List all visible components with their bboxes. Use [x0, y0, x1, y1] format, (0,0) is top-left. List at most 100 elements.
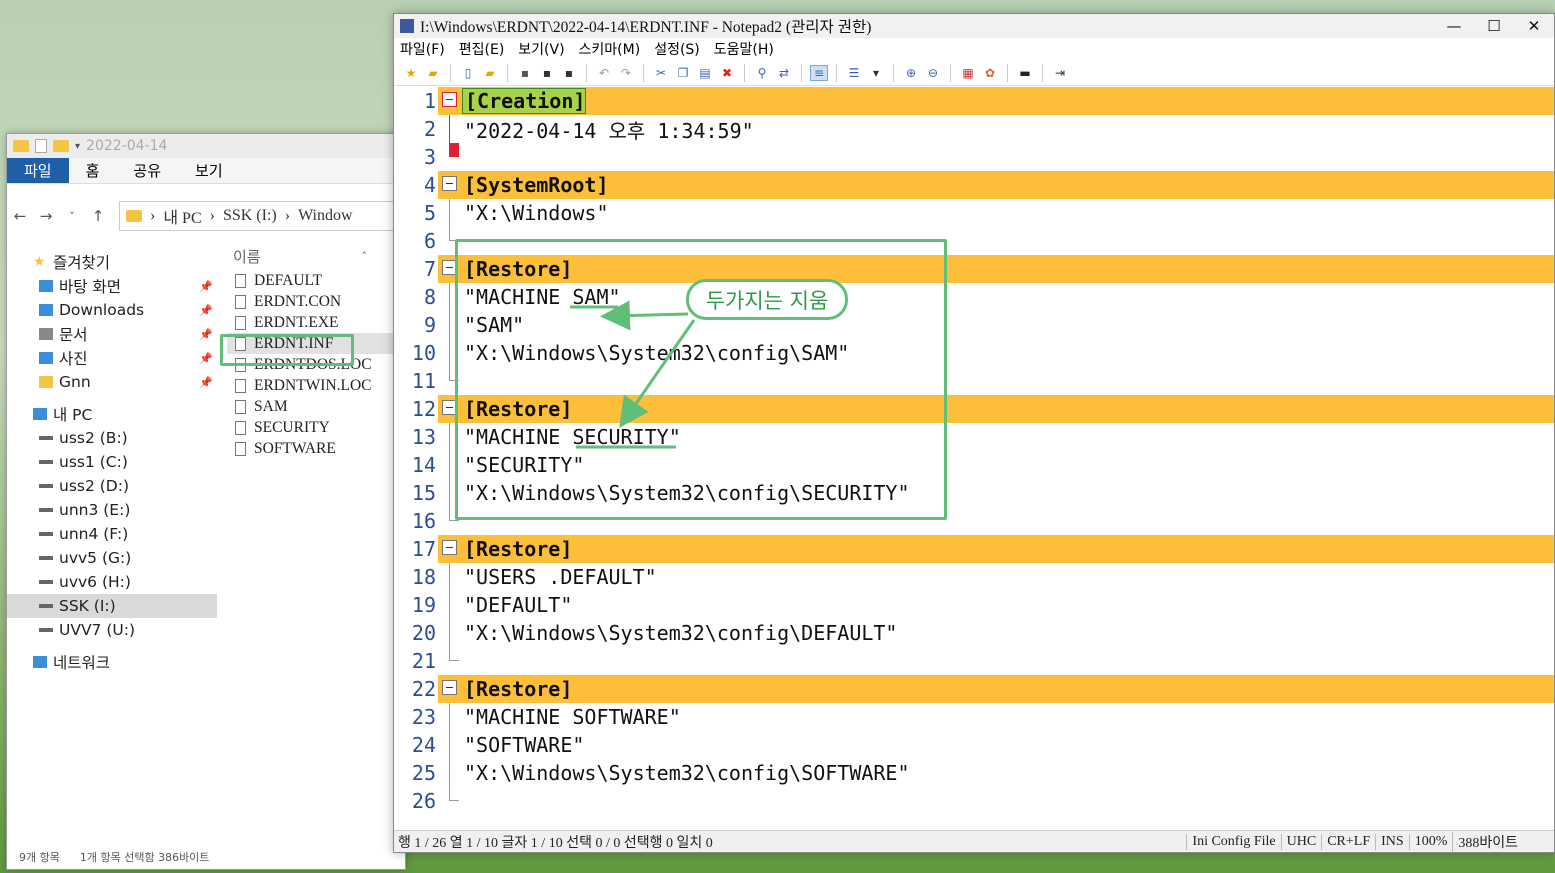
editor-line[interactable]: 22 [Restore] [394, 675, 1554, 703]
zoom-in-icon[interactable]: ⊕ [902, 65, 920, 81]
tab-view[interactable]: 보기 [178, 158, 240, 183]
forward-arrow-icon[interactable]: → [33, 207, 59, 225]
menu-file[interactable]: 파일(F) [400, 39, 445, 59]
find-icon[interactable]: ⚲ [753, 65, 771, 81]
breadcrumb-item[interactable]: Window [298, 207, 352, 225]
nav-item[interactable]: SSK (I:) [7, 594, 217, 618]
editor-line[interactable]: 18 "USERS .DEFAULT" [394, 563, 1554, 591]
menu-view[interactable]: 보기(V) [518, 39, 564, 59]
nav-item[interactable]: uvv5 (G:) [7, 546, 217, 570]
nav-item[interactable]: 사진 📌 [7, 346, 217, 370]
editor-line[interactable]: 25 "X:\Windows\System32\config\SOFTWARE" [394, 759, 1554, 787]
nav-item[interactable]: 네트워크 [7, 650, 217, 674]
nav-item[interactable]: 바탕 화면 📌 [7, 274, 217, 298]
save-as-icon[interactable]: ▪ [538, 65, 556, 81]
undo-icon[interactable]: ↶ [595, 65, 613, 81]
open-folder-icon[interactable]: ▰ [424, 65, 442, 81]
quick-access-dropdown-icon[interactable]: ▾ [75, 141, 80, 152]
paste-icon[interactable]: ▤ [696, 65, 714, 81]
delete-icon[interactable]: ✖ [718, 65, 736, 81]
terminal-icon[interactable]: ▬ [1016, 65, 1034, 81]
nav-item[interactable]: ★ 즐겨찾기 [7, 250, 217, 274]
menu-settings[interactable]: 설정(S) [654, 39, 700, 59]
nav-item[interactable]: uss2 (D:) [7, 474, 217, 498]
new-folder-icon[interactable] [53, 140, 69, 152]
eol-label[interactable]: CR+LF [1321, 833, 1375, 850]
open-file-icon[interactable]: ▰ [481, 65, 499, 81]
customize-scheme-icon[interactable]: ✿ [981, 65, 999, 81]
pin-icon[interactable]: 📌 [199, 280, 213, 293]
nav-item[interactable]: 문서 📌 [7, 322, 217, 346]
editor-line[interactable]: 5 "X:\Windows" [394, 199, 1554, 227]
cut-icon[interactable]: ✂ [652, 65, 670, 81]
fold-toggle-icon[interactable] [438, 171, 462, 199]
fold-toggle-icon[interactable] [438, 87, 462, 115]
save-copy-icon[interactable]: ▪ [560, 65, 578, 81]
close-icon[interactable]: ✕ [1514, 17, 1554, 35]
editor-line[interactable]: 26 [394, 787, 1554, 815]
nav-item[interactable]: unn4 (F:) [7, 522, 217, 546]
nav-item[interactable]: Gnn 📌 [7, 370, 217, 394]
tab-home[interactable]: 홈 [69, 158, 117, 183]
pin-icon[interactable]: 📌 [199, 328, 213, 341]
properties-icon[interactable] [35, 139, 47, 153]
file-list-item[interactable]: SOFTWARE [227, 438, 407, 459]
redo-icon[interactable]: ↷ [617, 65, 635, 81]
nav-item[interactable]: 내 PC [7, 402, 217, 426]
word-wrap-icon[interactable]: ≡ [810, 64, 828, 81]
fold-toggle-icon[interactable] [438, 675, 462, 703]
file-list-item[interactable]: SECURITY [227, 417, 407, 438]
editor-line[interactable]: 2 "2022-04-14 오후 1:34:59" [394, 115, 1554, 143]
new-file-icon[interactable]: ▯ [459, 65, 477, 81]
editor-line[interactable]: 1 [Creation] [394, 87, 1554, 115]
editor-line[interactable]: 24 "SOFTWARE" [394, 731, 1554, 759]
scheme-label[interactable]: Ini Config File [1186, 833, 1280, 850]
menu-edit[interactable]: 편집(E) [459, 39, 505, 59]
line-numbers-icon[interactable]: ☰ [845, 65, 863, 81]
tab-file[interactable]: 파일 [7, 158, 69, 183]
breadcrumb-item[interactable]: 내 PC [163, 204, 201, 228]
recent-dropdown-icon[interactable]: ˅ [59, 210, 85, 223]
replace-icon[interactable]: ⇄ [775, 65, 793, 81]
nav-item[interactable]: UVV7 (U:) [7, 618, 217, 642]
editor-line[interactable]: 23 "MACHINE SOFTWARE" [394, 703, 1554, 731]
breadcrumb[interactable]: › 내 PC › SSK (I:) › Window [119, 201, 405, 231]
nav-item[interactable]: uvv6 (H:) [7, 570, 217, 594]
pin-icon[interactable]: 📌 [199, 352, 213, 365]
save-icon[interactable]: ▪ [516, 65, 534, 81]
copy-icon[interactable]: ❐ [674, 65, 692, 81]
maximize-icon[interactable]: ☐ [1474, 17, 1514, 35]
file-list-item[interactable]: ERDNT.CON [227, 291, 407, 312]
editor-line[interactable]: 4 [SystemRoot] [394, 171, 1554, 199]
menu-scheme[interactable]: 스키마(M) [579, 39, 641, 59]
editor-line[interactable]: 21 [394, 647, 1554, 675]
zoom-label[interactable]: 100% [1408, 833, 1453, 850]
dropdown-icon[interactable]: ▾ [867, 65, 885, 81]
menu-help[interactable]: 도움말(H) [714, 39, 774, 59]
file-list-item[interactable]: ERDNTWIN.LOC [227, 375, 407, 396]
exit-icon[interactable]: ⇥ [1051, 65, 1069, 81]
back-arrow-icon[interactable]: ← [7, 207, 33, 225]
fold-toggle-icon[interactable] [438, 535, 462, 563]
file-list-item[interactable]: ERDNT.EXE [227, 312, 407, 333]
file-list-item[interactable]: SAM [227, 396, 407, 417]
nav-item[interactable]: uss1 (C:) [7, 450, 217, 474]
pin-icon[interactable]: 📌 [199, 376, 213, 389]
breadcrumb-item[interactable]: SSK (I:) [223, 207, 277, 225]
scheme-icon[interactable]: ▦ [959, 65, 977, 81]
editor-line[interactable]: 20 "X:\Windows\System32\config\DEFAULT" [394, 619, 1554, 647]
up-arrow-icon[interactable]: ↑ [85, 207, 111, 225]
nav-item[interactable]: uss2 (B:) [7, 426, 217, 450]
editor-line[interactable]: 17 [Restore] [394, 535, 1554, 563]
zoom-out-icon[interactable]: ⊖ [924, 65, 942, 81]
column-header-name[interactable]: 이름 ˄ [227, 242, 407, 270]
nav-item[interactable]: Downloads 📌 [7, 298, 217, 322]
file-list-item[interactable]: DEFAULT [227, 270, 407, 291]
editor-line[interactable]: 19 "DEFAULT" [394, 591, 1554, 619]
editor-line[interactable]: 3 [394, 143, 1554, 171]
insert-mode-label[interactable]: INS [1375, 833, 1409, 850]
pin-icon[interactable]: 📌 [199, 304, 213, 317]
encoding-label[interactable]: UHC [1280, 833, 1322, 850]
favorites-icon[interactable]: ★ [402, 65, 420, 81]
tab-share[interactable]: 공유 [116, 158, 178, 183]
